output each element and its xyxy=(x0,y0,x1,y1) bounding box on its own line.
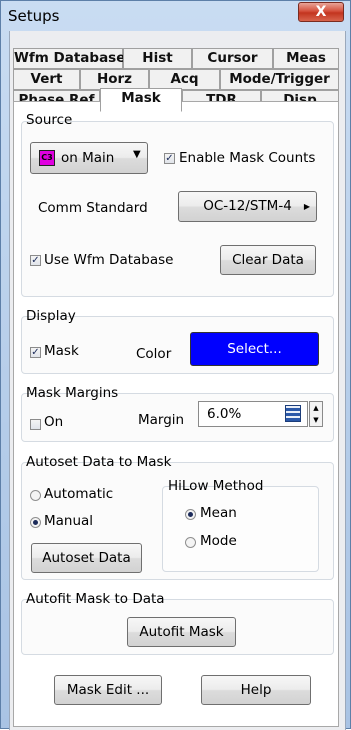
manual-label: Manual xyxy=(44,513,94,529)
margin-input[interactable]: 6.0% xyxy=(198,401,308,427)
display-group-label: Display xyxy=(26,308,76,324)
autoset-data-button[interactable]: Autoset Data xyxy=(31,543,142,573)
autofit-group-label: Autofit Mask to Data xyxy=(26,591,165,607)
comm-standard-label: Comm Standard xyxy=(38,200,148,216)
channel-badge: C3 xyxy=(39,150,55,166)
autofit-mask-button[interactable]: Autofit Mask xyxy=(127,617,236,647)
comm-standard-value: OC-12/STM-4 xyxy=(203,198,292,214)
mask-display-label: Mask xyxy=(44,343,79,359)
source-dropdown[interactable]: C3 on Main ▼ xyxy=(30,142,148,174)
enable-mask-counts-label: Enable Mask Counts xyxy=(179,150,316,166)
tab-vert[interactable]: Vert xyxy=(13,69,80,90)
close-button[interactable]: X xyxy=(298,2,344,22)
comm-standard-button[interactable]: OC-12/STM-4 ▶ xyxy=(178,191,317,222)
calculator-icon[interactable] xyxy=(285,405,301,422)
color-select-button[interactable]: Select... xyxy=(190,332,319,366)
tab-acq[interactable]: Acq xyxy=(149,69,220,90)
margin-spinner[interactable]: ▲ ▼ xyxy=(309,401,323,427)
margins-on-checkbox[interactable] xyxy=(30,419,41,430)
margins-on-label: On xyxy=(44,414,64,430)
help-button[interactable]: Help xyxy=(201,675,311,705)
mean-radio[interactable] xyxy=(185,509,196,520)
clear-data-button[interactable]: Clear Data xyxy=(220,245,316,275)
hilow-method-label: HiLow Method xyxy=(168,478,264,494)
automatic-label: Automatic xyxy=(44,486,114,502)
mask-edit-button[interactable]: Mask Edit ... xyxy=(54,675,162,705)
use-wfm-database-checkbox[interactable]: ✓ xyxy=(30,255,41,266)
window-title: Setups xyxy=(8,7,60,25)
mask-margins-group-label: Mask Margins xyxy=(26,385,119,401)
tab-horz[interactable]: Horz xyxy=(80,69,149,90)
hilow-method-group xyxy=(162,486,319,572)
chevron-right-icon: ▶ xyxy=(303,202,310,211)
use-wfm-database-label: Use Wfm Database xyxy=(44,252,174,268)
source-group-label: Source xyxy=(26,112,73,128)
margin-value: 6.0% xyxy=(207,406,242,422)
automatic-radio[interactable] xyxy=(30,490,41,501)
tab-cursor[interactable]: Cursor xyxy=(192,48,273,69)
mean-label: Mean xyxy=(200,505,237,521)
enable-mask-counts-checkbox[interactable]: ✓ xyxy=(164,153,175,164)
mode-radio[interactable] xyxy=(185,537,196,548)
mask-display-checkbox[interactable]: ✓ xyxy=(30,347,41,358)
chevron-down-icon: ▼ xyxy=(133,149,141,160)
tab-wfm-database[interactable]: Wfm Database xyxy=(13,48,125,69)
title-bar[interactable]: Setups X xyxy=(1,1,351,31)
tab-mode-trigger[interactable]: Mode/Trigger xyxy=(220,69,339,90)
autoset-group-label: Autoset Data to Mask xyxy=(26,454,172,470)
mode-label: Mode xyxy=(200,533,237,549)
mask-tab-panel: Source C3 on Main ▼ ✓ Enable Mask Counts… xyxy=(13,101,339,727)
spin-up-icon[interactable]: ▲ xyxy=(310,402,322,414)
color-label: Color xyxy=(136,346,172,362)
spin-down-icon[interactable]: ▼ xyxy=(310,414,322,426)
margin-label: Margin xyxy=(138,412,185,428)
tab-mask[interactable]: Mask xyxy=(100,88,182,112)
tab-meas[interactable]: Meas xyxy=(273,48,339,69)
setups-window: Setups X Wfm Database Hist Cursor Meas V… xyxy=(0,0,351,730)
source-selected-value: on Main xyxy=(61,150,115,166)
manual-radio[interactable] xyxy=(30,517,41,528)
tab-hist[interactable]: Hist xyxy=(123,48,192,69)
